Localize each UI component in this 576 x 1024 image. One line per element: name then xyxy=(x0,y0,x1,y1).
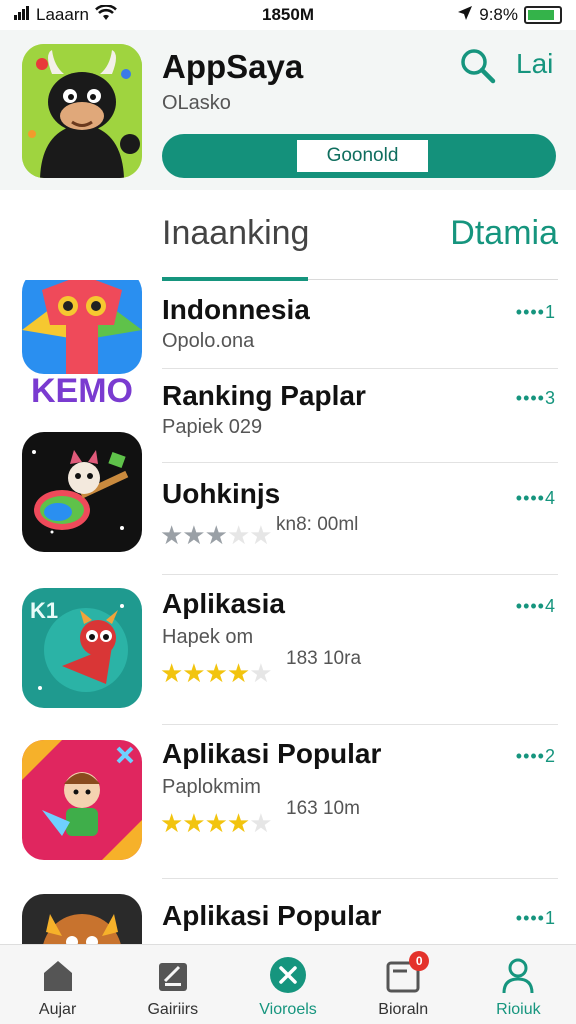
nav-label: Gairiirs xyxy=(147,1001,199,1018)
warrior-app-icon[interactable] xyxy=(22,894,142,944)
list-item-title: Aplikasia xyxy=(162,588,285,619)
list-item-subtitle: Hapek om xyxy=(162,626,254,648)
list-item[interactable]: K1 Aplikasia Hapek om ★★★★★ 183 10ra •••… xyxy=(0,574,576,725)
list-item[interactable]: Aplikasi Popular Paplokmim ★★★★★ 163 10m… xyxy=(0,724,576,879)
home-icon xyxy=(38,955,78,995)
list-item-title: Aplikasi Popular xyxy=(162,738,382,769)
list-item-rank: ••••4 xyxy=(515,488,556,508)
list-item-rank: ••••4 xyxy=(515,596,556,616)
status-time: 1850M xyxy=(262,5,314,24)
download-progress-bar[interactable]: Goonold xyxy=(162,134,556,178)
wifi-icon xyxy=(95,3,117,26)
bull-mascot-app-icon[interactable] xyxy=(22,44,142,178)
nav-label: Bioraln xyxy=(378,1001,429,1018)
nav-item-profile[interactable]: Rioiuk xyxy=(461,945,576,1024)
tab-other[interactable]: Dtamia xyxy=(450,214,558,253)
download-progress-label: Goonold xyxy=(295,138,430,174)
profile-icon xyxy=(498,955,538,995)
guitar-app-icon[interactable] xyxy=(22,432,142,552)
tab-bar: Inaanking Dtamia xyxy=(162,190,558,281)
nav-label: Rioiuk xyxy=(496,1001,541,1018)
ranking-list: KEMO Indonnesia Opolo.ona ••••1 Ranking … xyxy=(0,280,576,944)
inbox-icon: 0 xyxy=(383,951,430,995)
carrier-label: Laaarn xyxy=(36,5,89,24)
header-link[interactable]: Lai xyxy=(516,48,553,80)
nav-item-inbox[interactable]: 0 Bioraln xyxy=(346,945,461,1024)
list-item-rank: ••••1 xyxy=(515,908,556,928)
rating-stars: ★★★★★ xyxy=(160,520,273,550)
close-circle-icon xyxy=(268,955,308,995)
signal-icon xyxy=(14,5,30,25)
app-subtitle: OLasko xyxy=(162,92,231,114)
list-item-meta: kn8: 00ml xyxy=(276,514,359,535)
rating-stars: ★★★★★ xyxy=(160,658,273,688)
list-item-rank: ••••1 xyxy=(515,302,556,322)
location-icon xyxy=(457,5,473,26)
list-item-title: Aplikasi Popular xyxy=(162,900,382,931)
rocket-app-icon[interactable]: K1 xyxy=(22,588,142,708)
games-icon xyxy=(153,955,193,995)
search-icon[interactable] xyxy=(458,46,498,86)
list-item-rank: ••••3 xyxy=(515,388,556,408)
nav-item-games[interactable]: Gairiirs xyxy=(115,945,230,1024)
nav-label: Vioroels xyxy=(259,1001,317,1018)
battery-percent: 9:8% xyxy=(479,5,518,24)
list-item-title: Ranking Paplar xyxy=(162,380,366,411)
notification-badge: 0 xyxy=(409,951,430,971)
bottom-nav: Aujar Gairiirs Vioroels 0 Bioraln Rioiuk xyxy=(0,944,576,1024)
tab-ranking[interactable]: Inaanking xyxy=(162,214,309,253)
list-item-meta: 163 10m xyxy=(286,798,360,819)
kid-app-icon[interactable] xyxy=(22,740,142,860)
status-left: Laaarn xyxy=(14,3,204,26)
list-item[interactable]: Aplikasi Popular ••••1 xyxy=(0,878,576,944)
battery-icon xyxy=(524,6,562,24)
nav-item-center[interactable]: Vioroels xyxy=(230,945,345,1024)
nav-label: Aujar xyxy=(38,1001,77,1018)
list-item-rank: ••••2 xyxy=(515,746,556,766)
status-bar: Laaarn 1850M 9:8% xyxy=(0,0,576,30)
app-header: AppSaya OLasko Lai Goonold xyxy=(0,30,576,190)
list-item-meta: 183 10ra xyxy=(286,648,362,669)
list-item-title: Indonnesia xyxy=(162,294,310,325)
list-item-subtitle: Paplokmim xyxy=(162,776,261,798)
list-item-subtitle: Opolo.ona xyxy=(162,330,255,352)
rocket-icon-text: K1 xyxy=(30,598,58,623)
list-item-title: Uohkinjs xyxy=(162,478,281,509)
list-item[interactable]: Uohkinjs ★★★★★ kn8: 00ml ••••4 xyxy=(0,432,576,575)
rating-stars: ★★★★★ xyxy=(160,808,273,838)
app-name: AppSaya xyxy=(162,48,304,85)
list-item-subtitle: Papiek 029 xyxy=(162,416,263,438)
status-right: 9:8% xyxy=(372,5,562,26)
nav-item-home[interactable]: Aujar xyxy=(0,945,115,1024)
